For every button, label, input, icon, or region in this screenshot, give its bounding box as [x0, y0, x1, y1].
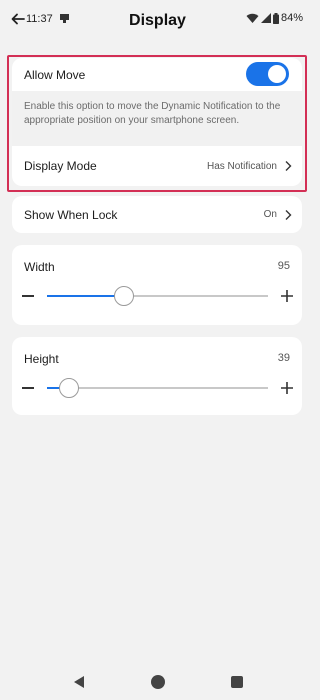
battery-icon — [272, 12, 279, 24]
battery-percent: 84% — [280, 12, 303, 24]
show-when-lock-value: On — [263, 209, 277, 220]
recents-square-icon[interactable] — [231, 676, 243, 688]
width-value: 95 — [277, 260, 290, 272]
height-value: 39 — [277, 352, 290, 364]
height-minus-icon[interactable] — [22, 387, 34, 389]
height-slider[interactable] — [47, 378, 268, 398]
width-minus-icon[interactable] — [22, 295, 34, 297]
width-label: Width — [24, 260, 55, 274]
show-when-lock-row[interactable]: Show When Lock On — [12, 196, 302, 233]
height-slider-thumb[interactable] — [59, 378, 80, 398]
height-card: Height 39 — [12, 337, 302, 415]
signal-icon — [260, 13, 271, 23]
show-when-lock-label: Show When Lock — [24, 207, 118, 222]
width-slider[interactable] — [47, 286, 268, 306]
wifi-icon — [246, 13, 259, 23]
show-when-lock-card: Show When Lock On — [12, 196, 302, 233]
status-icons: 84% — [246, 12, 303, 24]
display-settings-screen: 11:37 Display 84% Allow Move Enable this… — [0, 0, 315, 700]
back-triangle-icon[interactable] — [73, 676, 85, 688]
width-slider-fill — [47, 295, 125, 297]
width-plus-icon[interactable] — [281, 290, 293, 302]
home-circle-icon[interactable] — [151, 675, 165, 689]
chevron-right-icon — [285, 209, 292, 220]
height-plus-icon[interactable] — [281, 382, 293, 394]
width-slider-thumb[interactable] — [114, 286, 135, 306]
height-label: Height — [24, 352, 59, 366]
width-card: Width 95 — [12, 245, 302, 325]
highlight-frame — [7, 55, 307, 192]
